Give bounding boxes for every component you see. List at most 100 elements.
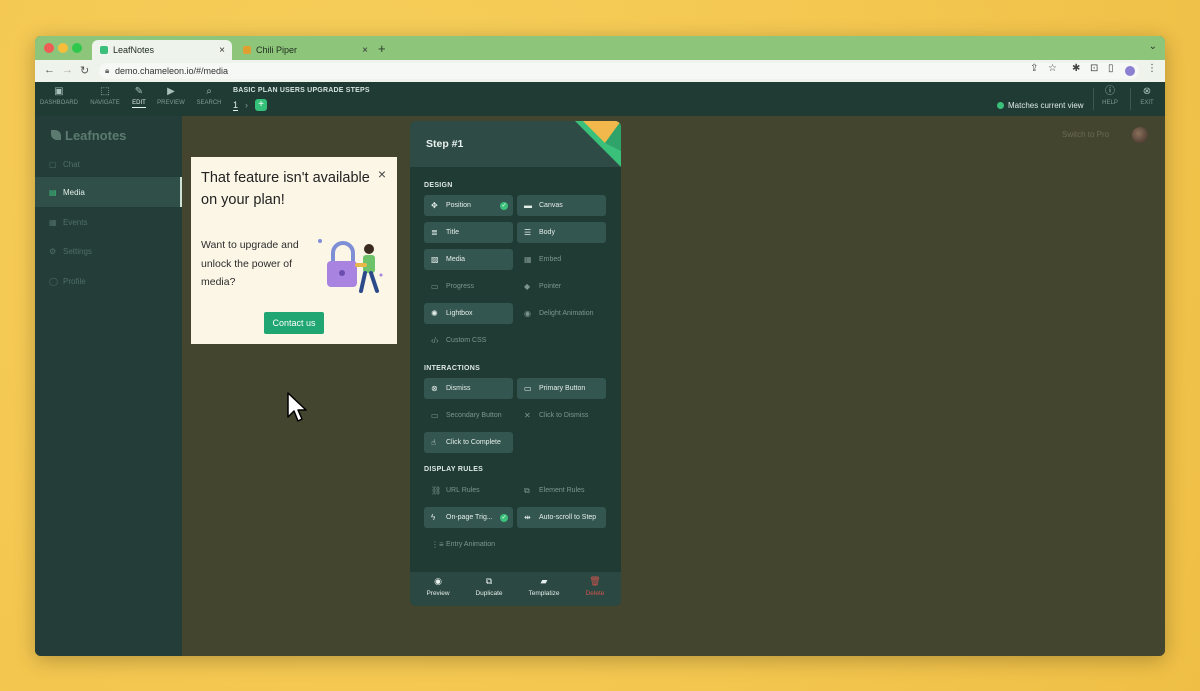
dismiss-button[interactable]: ⊗ Dismiss [424,378,513,399]
step-editor-panel: Step #1 DESIGN ✥ Position ✓ ▬ Canvas ≣ T… [410,121,621,606]
chili-favicon-icon [243,46,251,54]
share-icon[interactable]: ⇪ [1030,63,1038,74]
sidebar-item-settings[interactable]: ⚙ Settings [35,236,182,266]
embed-icon: ▦ [524,255,532,264]
preview-tool[interactable]: ▶ PREVIEW [151,86,191,106]
progress-button[interactable]: ▭ Progress [424,276,513,297]
custom-css-button[interactable]: ‹/› Custom CSS [424,330,513,351]
avatar[interactable] [1132,127,1148,143]
leaf-favicon-icon [100,46,108,54]
minimize-window-dot[interactable] [58,43,68,53]
search-tool[interactable]: ⌕ SEARCH [189,86,229,106]
url-bar[interactable]: 🔒︎ demo.chameleon.io/#/media [99,63,1139,79]
element-rules-button[interactable]: ⧉ Element Rules [517,480,606,501]
image-icon: ▨ [431,255,439,264]
secondary-button-button[interactable]: ▭ Secondary Button [424,405,513,426]
back-arrow-icon[interactable]: ← [44,64,55,76]
button-label: Lightbox [446,310,473,317]
scroll-icon: ⇹ [524,513,531,522]
contact-us-button[interactable]: Contact us [264,312,324,334]
extensions-icon[interactable]: ✱ [1072,63,1080,74]
mouse-cursor-icon [287,392,307,422]
chevron-right-icon: › [245,100,248,110]
tab-title: Chili Piper [256,45,298,55]
primary-button-button[interactable]: ▭ Primary Button [517,378,606,399]
primary-button-icon: ▭ [524,384,532,393]
events-icon: ▦ [49,217,57,227]
extension-icon[interactable]: ⊡ [1090,63,1098,74]
close-tab-icon[interactable]: × [362,45,368,56]
sidepanel-icon[interactable]: ▯ [1108,63,1114,74]
preview-button[interactable]: ◉ Preview [412,576,464,597]
click-to-complete-button[interactable]: ☝ Click to Complete [424,432,513,453]
sidebar-item-events[interactable]: ▦ Events [35,207,182,237]
body-button[interactable]: ☰ Body [517,222,606,243]
sidebar-item-label: Events [63,217,88,227]
chevron-down-icon[interactable]: ⌄ [1149,41,1157,52]
button-label: Pointer [539,283,562,290]
delete-button[interactable]: 🗑︎ Delete [569,576,621,597]
button-label: Element Rules [539,487,585,494]
button-label: Embed [539,256,562,263]
popup-title: That feature isn't available on your pla… [201,170,370,208]
reload-icon[interactable]: ↻ [80,64,89,77]
chat-icon: ▢ [49,159,57,169]
dashboard-tool[interactable]: ▣ DASHBOARD [39,86,79,106]
exit-tool[interactable]: ⊗ EXIT [1127,86,1165,106]
canvas-button[interactable]: ▬ Canvas [517,195,606,216]
help-tool[interactable]: ⓘ HELP [1090,86,1130,106]
folder-icon: ▰ [540,576,548,586]
tool-label: NAVIGATE [90,100,120,106]
button-label: Body [539,229,555,236]
title-button[interactable]: ≣ Title [424,222,513,243]
duplicate-button[interactable]: ⧉ Duplicate [463,576,515,597]
browser-tab-chili-piper[interactable]: Chili Piper × [235,40,375,60]
profile-avatar-icon[interactable] [1125,66,1135,76]
embed-button[interactable]: ▦ Embed [517,249,606,270]
star-icon[interactable]: ☆ [1048,63,1057,74]
editor-toolbar: ▣ DASHBOARD ⬚ NAVIGATE ✎ EDIT ▶ PREVIEW … [35,82,1165,116]
progress-icon: ▭ [431,282,439,291]
url-rules-button[interactable]: ⛓ URL Rules [424,480,513,501]
secondary-button-icon: ▭ [431,411,439,420]
click-to-dismiss-button[interactable]: ✕ Click to Dismiss [517,405,606,426]
tab-title: LeafNotes [113,45,155,55]
position-button[interactable]: ✥ Position ✓ [424,195,513,216]
forward-arrow-icon[interactable]: → [62,64,73,76]
button-label: Primary Button [539,385,586,392]
lightbox-button[interactable]: ✺ Lightbox [424,303,513,324]
body-icon: ☰ [524,228,532,237]
step-number-tab[interactable]: 1 [233,100,239,111]
matches-text: Matches current view [1008,101,1084,110]
on-page-trigger-button[interactable]: ϟ On-page Trig... ✓ [424,507,513,528]
auto-scroll-button[interactable]: ⇹ Auto-scroll to Step [517,507,606,528]
close-tab-icon[interactable]: × [219,45,225,56]
browser-tab-strip: LeafNotes × Chili Piper × + ⌄ [35,36,1165,60]
corner-flag-icon [575,121,621,167]
menu-dots-icon[interactable]: ⋮ [1147,63,1157,74]
tool-label: SEARCH [196,100,222,106]
check-icon: ✓ [500,513,508,522]
maximize-window-dot[interactable] [72,43,82,53]
media-button[interactable]: ▨ Media [424,249,513,270]
close-icon[interactable]: × [378,166,386,182]
link-icon: ⛓ [431,486,442,495]
design-section-title: DESIGN [424,182,453,189]
sidebar-item-chat[interactable]: ▢ Chat [35,149,182,179]
sidebar-item-media[interactable]: ▤ Media [35,177,182,207]
browser-tab-leafnotes[interactable]: LeafNotes × [92,40,232,60]
canvas-icon: ▬ [524,201,532,210]
pointer-button[interactable]: ◆ Pointer [517,276,606,297]
add-step-button[interactable]: + [255,99,267,111]
close-circle-icon: ⊗ [1142,86,1152,97]
entry-animation-button[interactable]: ⋮≡ Entry Animation [424,534,513,555]
entry-icon: ⋮≡ [431,540,444,549]
sidebar-item-profile[interactable]: ◯ Profile [35,266,182,296]
templatize-button[interactable]: ▰ Templatize [518,576,570,597]
switch-to-pro-link[interactable]: Switch to Pro [1062,130,1109,139]
button-label: URL Rules [446,487,480,494]
new-tab-icon[interactable]: + [378,41,386,56]
animation-icon: ◉ [524,309,531,318]
close-window-dot[interactable] [44,43,54,53]
delight-animation-button[interactable]: ◉ Delight Animation [517,303,606,324]
